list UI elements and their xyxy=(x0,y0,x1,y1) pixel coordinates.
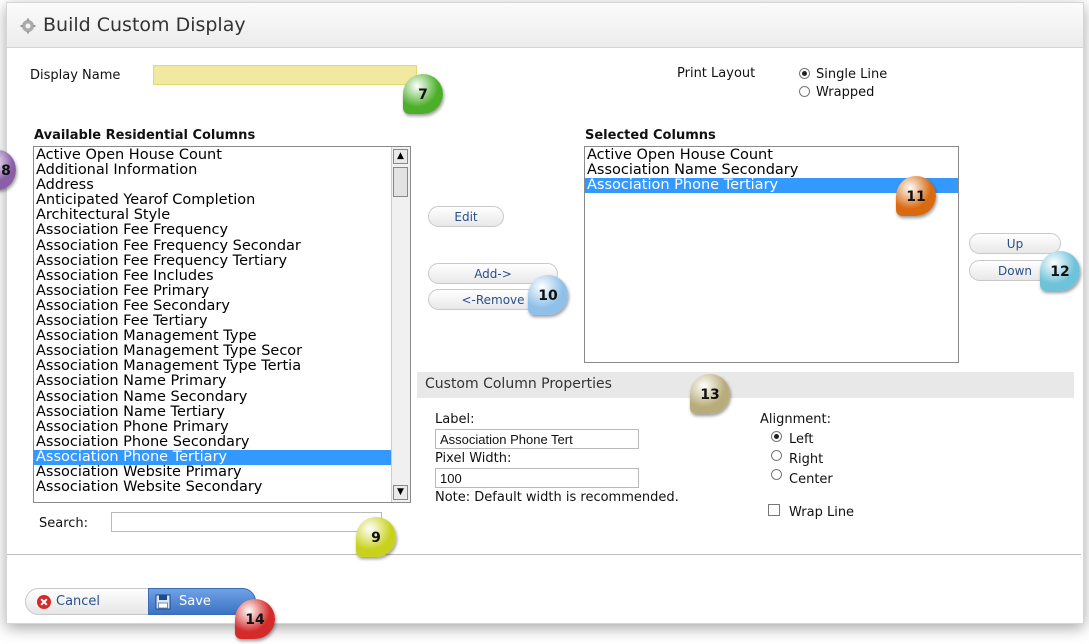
list-item[interactable]: Association Name Secondary xyxy=(585,163,958,178)
align-left-label: Left xyxy=(789,432,814,447)
scroll-up-arrow-icon[interactable]: ▲ xyxy=(393,149,408,164)
align-right-label: Right xyxy=(789,452,824,467)
list-item[interactable]: Association Phone Secondary xyxy=(34,435,391,450)
list-item[interactable]: Association Management Type Tertia xyxy=(34,359,391,374)
cancel-label: Cancel xyxy=(56,594,101,609)
callout-14: 14 xyxy=(235,599,275,639)
callout-9: 9 xyxy=(356,517,396,557)
custom-column-properties-title: Custom Column Properties xyxy=(425,376,612,392)
column-label-input[interactable] xyxy=(435,429,639,449)
single-line-radio[interactable] xyxy=(799,68,810,79)
list-item[interactable]: Association Name Primary xyxy=(34,374,391,389)
edit-button[interactable]: Edit xyxy=(428,206,504,227)
list-item[interactable]: Association Website Secondary xyxy=(34,480,391,495)
list-item[interactable]: Association Website Primary xyxy=(34,465,391,480)
available-items-container: Active Open House Count Additional Inform… xyxy=(34,148,391,495)
list-item[interactable]: Association Fee Secondary xyxy=(34,299,391,314)
gear-icon xyxy=(20,18,36,34)
wrap-line-label: Wrap Line xyxy=(789,505,855,520)
cancel-icon xyxy=(37,595,51,609)
cancel-button[interactable]: Cancel xyxy=(25,588,149,615)
alignment-caption: Alignment: xyxy=(760,412,831,427)
pixel-width-input[interactable] xyxy=(435,468,639,488)
selected-columns-heading: Selected Columns xyxy=(585,128,716,143)
list-item[interactable]: Association Fee Frequency xyxy=(34,223,391,238)
list-item[interactable]: Association Management Type Secor xyxy=(34,344,391,359)
wrapped-radio[interactable] xyxy=(799,86,810,97)
single-line-label: Single Line xyxy=(816,67,888,82)
scroll-thumb[interactable] xyxy=(393,167,408,197)
floppy-disk-icon xyxy=(155,594,171,610)
align-left-radio[interactable] xyxy=(771,431,782,442)
available-columns-heading: Available Residential Columns xyxy=(34,128,256,143)
selected-columns-list[interactable]: Active Open House Count Association Name … xyxy=(584,146,959,363)
align-center-radio[interactable] xyxy=(771,469,782,480)
list-item[interactable]: Association Management Type xyxy=(34,329,391,344)
display-name-input[interactable] xyxy=(153,65,417,85)
available-scrollbar[interactable]: ▲ ▼ xyxy=(391,147,410,502)
custom-column-properties-header: Custom Column Properties xyxy=(417,372,1074,398)
search-label: Search: xyxy=(39,516,89,531)
move-up-button[interactable]: Up xyxy=(969,233,1061,254)
align-center-label: Center xyxy=(789,472,833,487)
list-item[interactable]: Architectural Style xyxy=(34,208,391,223)
wrap-line-checkbox[interactable] xyxy=(768,504,780,516)
wrapped-label: Wrapped xyxy=(816,85,875,100)
list-item[interactable]: Active Open House Count xyxy=(34,148,391,163)
pixel-width-caption: Pixel Width: xyxy=(435,451,512,466)
save-label: Save xyxy=(179,594,211,609)
list-item[interactable]: Active Open House Count xyxy=(585,148,958,163)
dialog-title: Build Custom Display xyxy=(43,14,246,36)
callout-7: 7 xyxy=(403,74,443,114)
default-width-note: Note: Default width is recommended. xyxy=(435,490,679,505)
list-item[interactable]: Association Fee Frequency Secondar xyxy=(34,239,391,254)
align-right-radio[interactable] xyxy=(771,450,782,461)
list-item[interactable]: Address xyxy=(34,178,391,193)
list-item[interactable]: Association Fee Includes xyxy=(34,269,391,284)
list-item[interactable]: Association Fee Tertiary xyxy=(34,314,391,329)
label-caption: Label: xyxy=(435,412,475,427)
list-item[interactable]: Association Phone Primary xyxy=(34,420,391,435)
list-item[interactable]: Association Name Tertiary xyxy=(34,405,391,420)
search-input[interactable] xyxy=(111,512,382,532)
callout-11: 11 xyxy=(896,176,936,216)
list-item[interactable]: Association Fee Frequency Tertiary xyxy=(34,254,391,269)
list-item[interactable]: Association Name Secondary xyxy=(34,390,391,405)
list-item[interactable]: Association Phone Tertiary xyxy=(34,449,391,465)
list-item[interactable]: Anticipated Yearof Completion xyxy=(34,193,391,208)
available-columns-list[interactable]: Active Open House Count Additional Inform… xyxy=(33,146,411,503)
print-layout-label: Print Layout xyxy=(677,66,756,81)
list-item[interactable]: Additional Information xyxy=(34,163,391,178)
callout-10: 10 xyxy=(528,275,568,315)
dialog-titlebar: Build Custom Display xyxy=(7,3,1083,48)
display-name-label: Display Name xyxy=(30,68,121,83)
callout-13: 13 xyxy=(690,374,730,414)
scroll-down-arrow-icon[interactable]: ▼ xyxy=(393,485,408,500)
callout-12: 12 xyxy=(1040,251,1080,291)
list-item[interactable]: Association Fee Primary xyxy=(34,284,391,299)
